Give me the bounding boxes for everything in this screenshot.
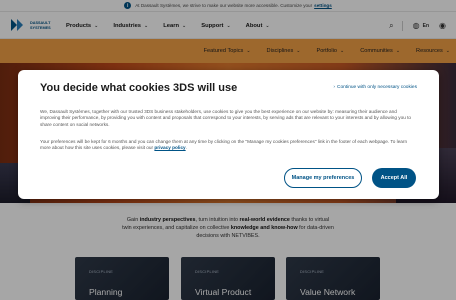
manage-preferences-button[interactable]: Manage my preferences: [284, 168, 362, 188]
page: i At Dassault Systèmes, we strive to mak…: [0, 0, 456, 300]
cookie-preferences-info: Your preferences will be kept for 6 mont…: [40, 139, 418, 152]
continue-link-label: Continue with only necessary cookies: [337, 85, 417, 90]
cookie-dialog-title: You decide what cookies 3DS will use: [40, 82, 238, 94]
period: .: [185, 145, 187, 151]
accept-all-button[interactable]: Accept All: [372, 168, 416, 188]
privacy-policy-link[interactable]: privacy policy: [154, 145, 185, 150]
continue-necessary-cookies-link[interactable]: › Continue with only necessary cookies: [333, 85, 417, 90]
cookie-consent-dialog: You decide what cookies 3DS will use › C…: [18, 70, 439, 199]
cookie-description: We, Dassault Systèmes, together with our…: [40, 109, 412, 127]
cookie-preferences-text: Your preferences will be kept for 6 mont…: [40, 139, 408, 151]
chevron-right-icon: ›: [333, 85, 335, 90]
